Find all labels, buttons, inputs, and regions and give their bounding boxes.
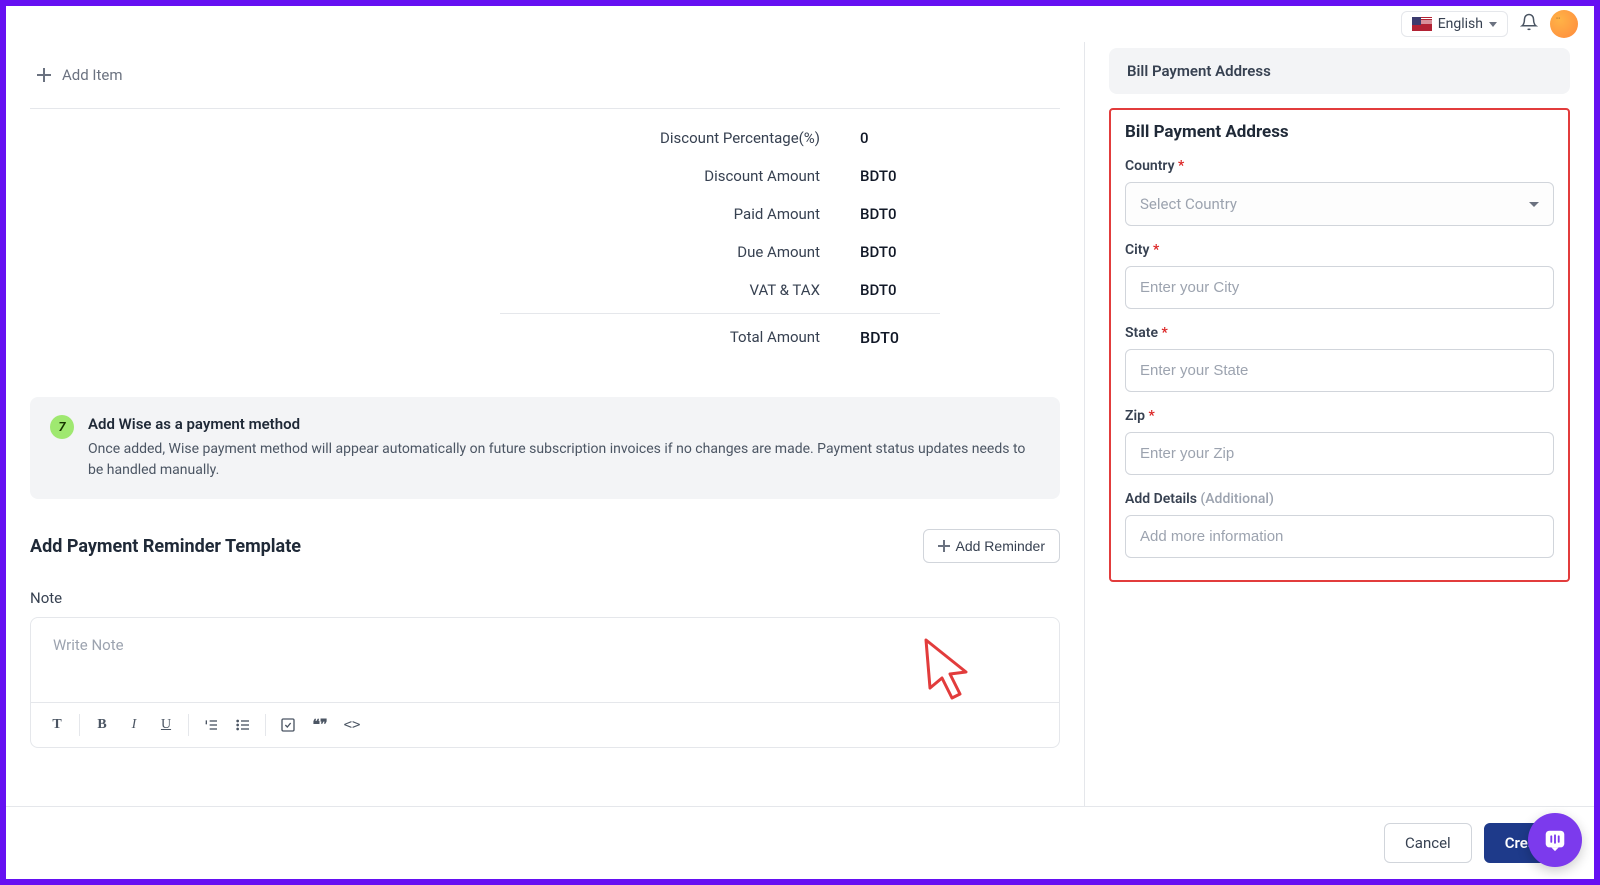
format-text-icon[interactable]: T — [41, 709, 73, 741]
country-select[interactable]: Select Country — [1125, 182, 1554, 226]
wise-description: Once added, Wise payment method will app… — [88, 439, 1040, 481]
chevron-down-icon — [1489, 22, 1497, 27]
details-input[interactable] — [1125, 515, 1554, 558]
total-amount-label: Total Amount — [500, 328, 860, 347]
notifications-icon[interactable] — [1520, 13, 1538, 36]
add-item-button[interactable]: Add Item — [30, 48, 1060, 109]
state-label: State * — [1125, 325, 1554, 341]
state-input[interactable] — [1125, 349, 1554, 392]
quote-icon[interactable]: ❝❞ — [304, 709, 336, 741]
paid-amount-value: BDT0 — [860, 205, 940, 223]
amount-summary: Discount Percentage(%) 0 Discount Amount… — [500, 119, 940, 357]
discount-amount-value: BDT0 — [860, 167, 940, 185]
wise-title: Add Wise as a payment method — [88, 415, 1040, 433]
vat-tax-label: VAT & TAX — [500, 281, 860, 299]
flag-us-icon — [1412, 17, 1432, 31]
reminder-heading: Add Payment Reminder Template — [30, 536, 301, 557]
bill-address-form: Bill Payment Address Country * Select Co… — [1109, 108, 1570, 582]
country-placeholder: Select Country — [1140, 195, 1237, 213]
avatar[interactable] — [1550, 10, 1578, 38]
discount-pct-value: 0 — [860, 129, 940, 147]
discount-amount-label: Discount Amount — [500, 167, 860, 185]
add-reminder-label: Add Reminder — [956, 538, 1046, 554]
zip-label: Zip * — [1125, 408, 1554, 424]
ordered-list-icon[interactable] — [195, 709, 227, 741]
due-amount-label: Due Amount — [500, 243, 860, 261]
city-input[interactable] — [1125, 266, 1554, 309]
language-selector[interactable]: English — [1401, 11, 1508, 37]
paid-amount-label: Paid Amount — [500, 205, 860, 223]
city-label: City * — [1125, 242, 1554, 258]
wise-icon: 7 — [50, 415, 74, 439]
bill-address-section-title: Bill Payment Address — [1125, 122, 1554, 142]
add-item-label: Add Item — [62, 66, 123, 84]
discount-pct-label: Discount Percentage(%) — [500, 129, 860, 147]
due-amount-value: BDT0 — [860, 243, 940, 261]
zip-input[interactable] — [1125, 432, 1554, 475]
note-label: Note — [30, 589, 1060, 607]
editor-toolbar: T B I U — [31, 702, 1059, 747]
language-label: English — [1438, 16, 1483, 32]
total-amount-value: BDT0 — [860, 328, 940, 347]
bold-icon[interactable]: B — [86, 709, 118, 741]
wise-payment-banner[interactable]: 7 Add Wise as a payment method Once adde… — [30, 397, 1060, 499]
country-label: Country * — [1125, 158, 1554, 174]
bill-address-panel-title: Bill Payment Address — [1127, 62, 1552, 80]
chat-launcher-icon[interactable] — [1528, 813, 1582, 867]
checkbox-icon[interactable] — [272, 709, 304, 741]
italic-icon[interactable]: I — [118, 709, 150, 741]
note-editor: T B I U — [30, 617, 1060, 748]
chevron-down-icon — [1529, 202, 1539, 207]
code-icon[interactable]: <> — [336, 709, 368, 741]
cancel-button[interactable]: Cancel — [1384, 823, 1472, 863]
plus-icon — [36, 67, 52, 83]
unordered-list-icon[interactable] — [227, 709, 259, 741]
details-label: Add Details (Additional) — [1125, 491, 1554, 507]
bill-address-collapsed-panel: Bill Payment Address — [1109, 48, 1570, 94]
add-reminder-button[interactable]: Add Reminder — [923, 529, 1061, 563]
note-input[interactable] — [31, 618, 1059, 698]
vat-tax-value: BDT0 — [860, 281, 940, 299]
plus-icon — [938, 540, 950, 552]
underline-icon[interactable]: U — [150, 709, 182, 741]
